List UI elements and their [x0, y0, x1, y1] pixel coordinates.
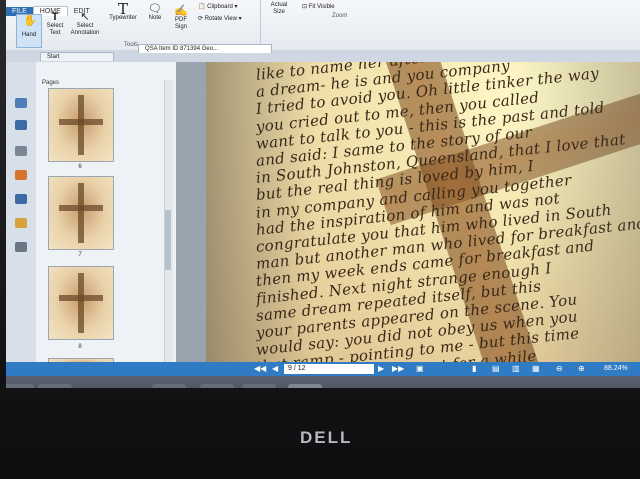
pdf-icon[interactable] — [288, 384, 322, 388]
signature-icon: ✍ — [174, 5, 188, 17]
rotate-icon: ⟳ — [198, 16, 204, 22]
rotate-view-button[interactable]: ⟳ Rotate View ▾ — [198, 16, 242, 23]
thumbnail-page-number: 6 — [78, 164, 82, 170]
rotate-view-label: Rotate View — [204, 16, 237, 22]
internet-explorer-icon[interactable] — [152, 384, 186, 388]
media-player-icon[interactable] — [38, 384, 72, 388]
pages-panel-icon[interactable] — [15, 98, 27, 108]
zoom-in-icon[interactable]: ⊕ — [578, 362, 585, 376]
ribbon-divider — [260, 0, 261, 50]
layers-icon[interactable] — [15, 146, 27, 156]
continuous-page-icon[interactable]: ▤ — [492, 362, 500, 376]
tab-start[interactable]: Start — [40, 52, 114, 61]
thumbnail-scroll-thumb[interactable] — [165, 210, 171, 270]
typewriter-icon: T — [117, 0, 128, 18]
security-lock-icon[interactable] — [15, 218, 27, 228]
teamviewer-icon[interactable] — [116, 384, 150, 388]
screen: FILE HOME EDIT ✋ Hand T Select Text ↖ Sele… — [6, 0, 640, 388]
thumbnail-page-number: 7 — [78, 252, 82, 258]
pdf-sign-button[interactable]: ✍ PDF Sign — [170, 5, 192, 31]
bookmarks-icon[interactable] — [15, 120, 27, 130]
zoom-level[interactable]: 88.24% — [604, 362, 628, 376]
attachments-icon[interactable] — [15, 194, 27, 204]
page-number-input[interactable]: 9 / 12 — [284, 364, 374, 374]
navigation-pane-icons — [6, 62, 37, 370]
word-icon[interactable] — [200, 384, 234, 388]
zoom-group-label: Zoom — [332, 13, 348, 19]
start-icon[interactable] — [6, 384, 34, 388]
clipboard-button[interactable]: 📋 Clipboard ▾ — [198, 4, 238, 11]
facing-pages-icon[interactable]: ▥ — [512, 362, 520, 376]
fit-visible-button[interactable]: ⊡ Fit Visible — [302, 4, 335, 11]
page-thumbnail[interactable] — [48, 88, 114, 162]
page-thumbnail[interactable] — [48, 176, 114, 250]
next-page-icon[interactable]: ▶ — [378, 362, 384, 376]
select-text-label: Select Text — [46, 23, 64, 36]
page-shading — [206, 62, 640, 370]
select-text-button[interactable]: T Select Text — [44, 11, 66, 37]
text-cursor-icon: T — [51, 11, 59, 23]
document-viewer[interactable]: like to name her after a relation of our… — [176, 62, 640, 370]
actual-size-button[interactable]: Actual Size — [268, 2, 290, 16]
hand-tool-button[interactable]: ✋ Hand — [16, 14, 42, 48]
clipboard-label: Clipboard — [207, 4, 233, 10]
arrow-cursor-icon: ↖ — [80, 11, 90, 23]
fit-visible-label: Fit Visible — [308, 4, 335, 10]
typewriter-button[interactable]: T Typewriter — [106, 0, 140, 22]
last-page-icon[interactable]: ▶▶ — [392, 362, 404, 376]
tab-document[interactable]: QSA Item ID 871394 Geo... — [138, 44, 272, 53]
comments-icon[interactable] — [15, 170, 27, 180]
typewriter-label: Typewriter — [109, 15, 137, 21]
fit-page-icon[interactable]: ▣ — [416, 362, 424, 376]
actual-size-label: Actual Size — [270, 2, 288, 15]
folder-icon[interactable] — [242, 384, 276, 388]
note-button[interactable]: 🗨 Note — [144, 3, 166, 22]
letter-page: like to name her after a relation of our… — [206, 62, 640, 370]
first-page-icon[interactable]: ◀◀ — [254, 362, 266, 376]
page-thumbnail[interactable] — [48, 266, 114, 340]
windows-taskbar — [6, 376, 640, 388]
pdf-sign-label: PDF Sign — [174, 17, 187, 30]
page-thumbnails-panel: Pages 6 7 8 — [36, 62, 177, 372]
signature-panel-icon[interactable] — [15, 242, 27, 252]
continuous-facing-icon[interactable]: ▦ — [532, 362, 540, 376]
select-annotation-label: Select Annotation — [70, 23, 100, 36]
single-page-icon[interactable]: ▮ — [472, 362, 476, 376]
note-label: Note — [148, 15, 162, 21]
previous-page-icon[interactable]: ◀ — [272, 362, 278, 376]
select-annotation-button[interactable]: ↖ Select Annotation — [68, 11, 102, 37]
fit-visible-icon: ⊡ — [302, 4, 308, 10]
pages-panel-title: Pages — [42, 80, 60, 86]
dell-logo: DELL — [300, 428, 353, 447]
hand-label: Hand — [21, 32, 37, 38]
hand-icon: ✋ — [23, 15, 37, 27]
chrome-icon[interactable] — [76, 384, 110, 388]
tools-group-label: Tools — [124, 42, 139, 48]
note-icon: 🗨 — [148, 3, 162, 15]
thumbnail-page-number: 8 — [78, 344, 82, 350]
ribbon-toolbar: FILE HOME EDIT ✋ Hand T Select Text ↖ Sele… — [6, 0, 640, 57]
zoom-out-icon[interactable]: ⊖ — [556, 362, 563, 376]
clipboard-icon: 📋 — [198, 4, 206, 10]
